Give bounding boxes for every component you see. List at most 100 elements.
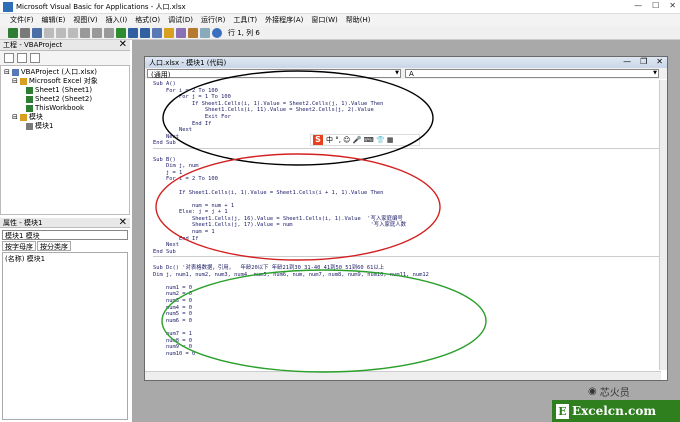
code-line[interactable]: num6 = 0 [153, 318, 659, 325]
properties-window-icon[interactable] [176, 27, 186, 38]
code-line[interactable] [153, 196, 659, 203]
code-line[interactable]: End Sub [153, 249, 659, 256]
find-icon[interactable] [80, 27, 90, 38]
code-line[interactable]: Next [153, 242, 659, 249]
code-line[interactable]: j = 1 [153, 170, 659, 177]
menu-file[interactable]: 文件(F) [10, 15, 34, 25]
code-line[interactable]: num7 = 1 [153, 331, 659, 338]
object-browser-icon[interactable] [188, 27, 198, 38]
save-icon[interactable] [32, 27, 42, 38]
tree-node-excel-objects[interactable]: ⊟ Microsoft Excel 对象 [4, 77, 126, 86]
close-properties-icon[interactable]: ✕ [119, 217, 127, 228]
menu-tools[interactable]: 工具(T) [233, 15, 257, 25]
tree-node-sheet1[interactable]: Sheet1 (Sheet1) [4, 86, 126, 95]
tab-categorized[interactable]: 按分类序 [37, 241, 71, 251]
cut-icon[interactable] [44, 27, 54, 38]
code-line[interactable]: Next [153, 127, 659, 134]
insert-module-icon[interactable] [20, 27, 30, 38]
run-icon[interactable] [116, 27, 126, 38]
code-line[interactable]: End If [153, 236, 659, 243]
close-project-icon[interactable]: ✕ [119, 39, 127, 50]
code-line[interactable] [153, 324, 659, 331]
code-line[interactable]: num = num + 1 [153, 203, 659, 210]
folder-icon [19, 78, 27, 85]
code-line[interactable]: If Sheet1.Cells(i, 1).Value = Sheet1.Cel… [153, 190, 659, 197]
code-line[interactable]: End If [153, 121, 659, 128]
code-line[interactable] [153, 278, 659, 285]
menu-edit[interactable]: 编辑(E) [42, 15, 66, 25]
code-line[interactable]: Sub B() [153, 157, 659, 164]
code-line[interactable]: Sheet1.Cells(j, 17).Value = num '写入家庭人数 [153, 222, 659, 229]
code-line[interactable]: Sub Dc() '对表格数据，引用， 年龄20以下 年龄21到30 31-40… [153, 265, 659, 272]
code-line[interactable]: num10 = 0 [153, 351, 659, 358]
reset-icon[interactable] [140, 27, 150, 38]
property-row-name[interactable]: (名称) 模块1 [5, 254, 125, 264]
properties-object-select[interactable]: 模块1 模块 [2, 230, 128, 240]
collapse-icon[interactable]: ⊟ [12, 113, 18, 122]
code-line[interactable]: num1 = 0 [153, 285, 659, 292]
toolbox-icon[interactable] [200, 27, 210, 38]
code-editor[interactable]: Sub A() For i = 2 To 100 For j = 1 To 10… [153, 81, 659, 371]
code-line[interactable]: num = 1 [153, 229, 659, 236]
code-line[interactable]: num5 = 0 [153, 311, 659, 318]
restore-icon[interactable]: ❐ [640, 57, 647, 66]
view-code-icon[interactable] [4, 53, 14, 63]
code-line[interactable]: For i = 2 To 100 [153, 176, 659, 183]
close-icon[interactable]: ✕ [669, 1, 676, 10]
tree-node-vbaproject[interactable]: ⊟ VBAProject (人口.xlsx) [4, 68, 126, 77]
code-line[interactable]: Dim j, num [153, 163, 659, 170]
menu-run[interactable]: 运行(R) [201, 15, 225, 25]
menu-debug[interactable]: 调试(D) [168, 15, 193, 25]
ime-toolbar[interactable]: S 中 °, ☺ 🎤 ⌨ 👕 ▦ [310, 134, 420, 146]
redo-icon[interactable] [104, 27, 114, 38]
menu-window[interactable]: 窗口(W) [311, 15, 337, 25]
excel-view-icon[interactable] [8, 27, 18, 38]
tree-node-sheet2[interactable]: Sheet2 (Sheet2) [4, 95, 126, 104]
paste-icon[interactable] [68, 27, 78, 38]
collapse-icon[interactable]: ⊟ [4, 68, 10, 77]
object-dropdown[interactable]: (通用) [147, 69, 401, 79]
code-line[interactable]: Dim j, num1, num2, num3, num4, num5, num… [153, 272, 659, 279]
tab-alphabetic[interactable]: 按字母序 [2, 241, 36, 251]
code-line[interactable]: num2 = 0 [153, 291, 659, 298]
design-mode-icon[interactable] [152, 27, 162, 38]
collapse-icon[interactable]: ⊟ [12, 77, 18, 86]
toggle-folders-icon[interactable] [30, 53, 40, 63]
code-line[interactable]: num9 = 0 [153, 344, 659, 351]
code-line[interactable]: num3 = 0 [153, 298, 659, 305]
code-line[interactable]: num8 = 0 [153, 338, 659, 345]
project-explorer-icon[interactable] [164, 27, 174, 38]
code-line[interactable]: For j = 1 To 100 [153, 94, 659, 101]
ime-controls[interactable]: 中 °, ☺ 🎤 ⌨ 👕 ▦ [326, 135, 394, 145]
procedure-dropdown[interactable]: A [405, 69, 659, 78]
menu-addins[interactable]: 外接程序(A) [265, 15, 303, 25]
undo-icon[interactable] [92, 27, 102, 38]
help-icon[interactable] [212, 27, 222, 38]
code-line[interactable]: Sub A() [153, 81, 659, 88]
code-line[interactable] [153, 150, 659, 157]
code-line[interactable]: For i = 2 To 100 [153, 88, 659, 95]
vertical-scrollbar[interactable] [659, 80, 667, 370]
minimize-icon[interactable]: — [623, 57, 631, 66]
code-line[interactable]: Exit For [153, 114, 659, 121]
code-line[interactable]: num4 = 0 [153, 305, 659, 312]
maximize-icon[interactable]: ☐ [652, 1, 659, 10]
menu-view[interactable]: 视图(V) [73, 15, 97, 25]
code-line[interactable]: If Sheet1.Cells(i, 1).Value = Sheet2.Cel… [153, 101, 659, 108]
break-icon[interactable] [128, 27, 138, 38]
view-object-icon[interactable] [17, 53, 27, 63]
tree-node-module1[interactable]: 模块1 [4, 122, 126, 131]
tree-node-modules[interactable]: ⊟ 模块 [4, 113, 126, 122]
copy-icon[interactable] [56, 27, 66, 38]
horizontal-scrollbar[interactable] [145, 371, 661, 380]
close-icon[interactable]: ✕ [656, 57, 663, 66]
code-line[interactable] [153, 183, 659, 190]
menu-format[interactable]: 格式(O) [135, 15, 160, 25]
tree-node-thisworkbook[interactable]: ThisWorkbook [4, 104, 126, 113]
menu-insert[interactable]: 插入(I) [106, 15, 128, 25]
menu-help[interactable]: 帮助(H) [346, 15, 371, 25]
minimize-icon[interactable]: — [634, 1, 642, 10]
code-line[interactable]: Sheet1.Cells(i, 11).Value = Sheet2.Cells… [153, 107, 659, 114]
menu-bar: 文件(F) 编辑(E) 视图(V) 插入(I) 格式(O) 调试(D) 运行(R… [0, 14, 680, 26]
code-line[interactable]: Else: j = j + 1 [153, 209, 659, 216]
